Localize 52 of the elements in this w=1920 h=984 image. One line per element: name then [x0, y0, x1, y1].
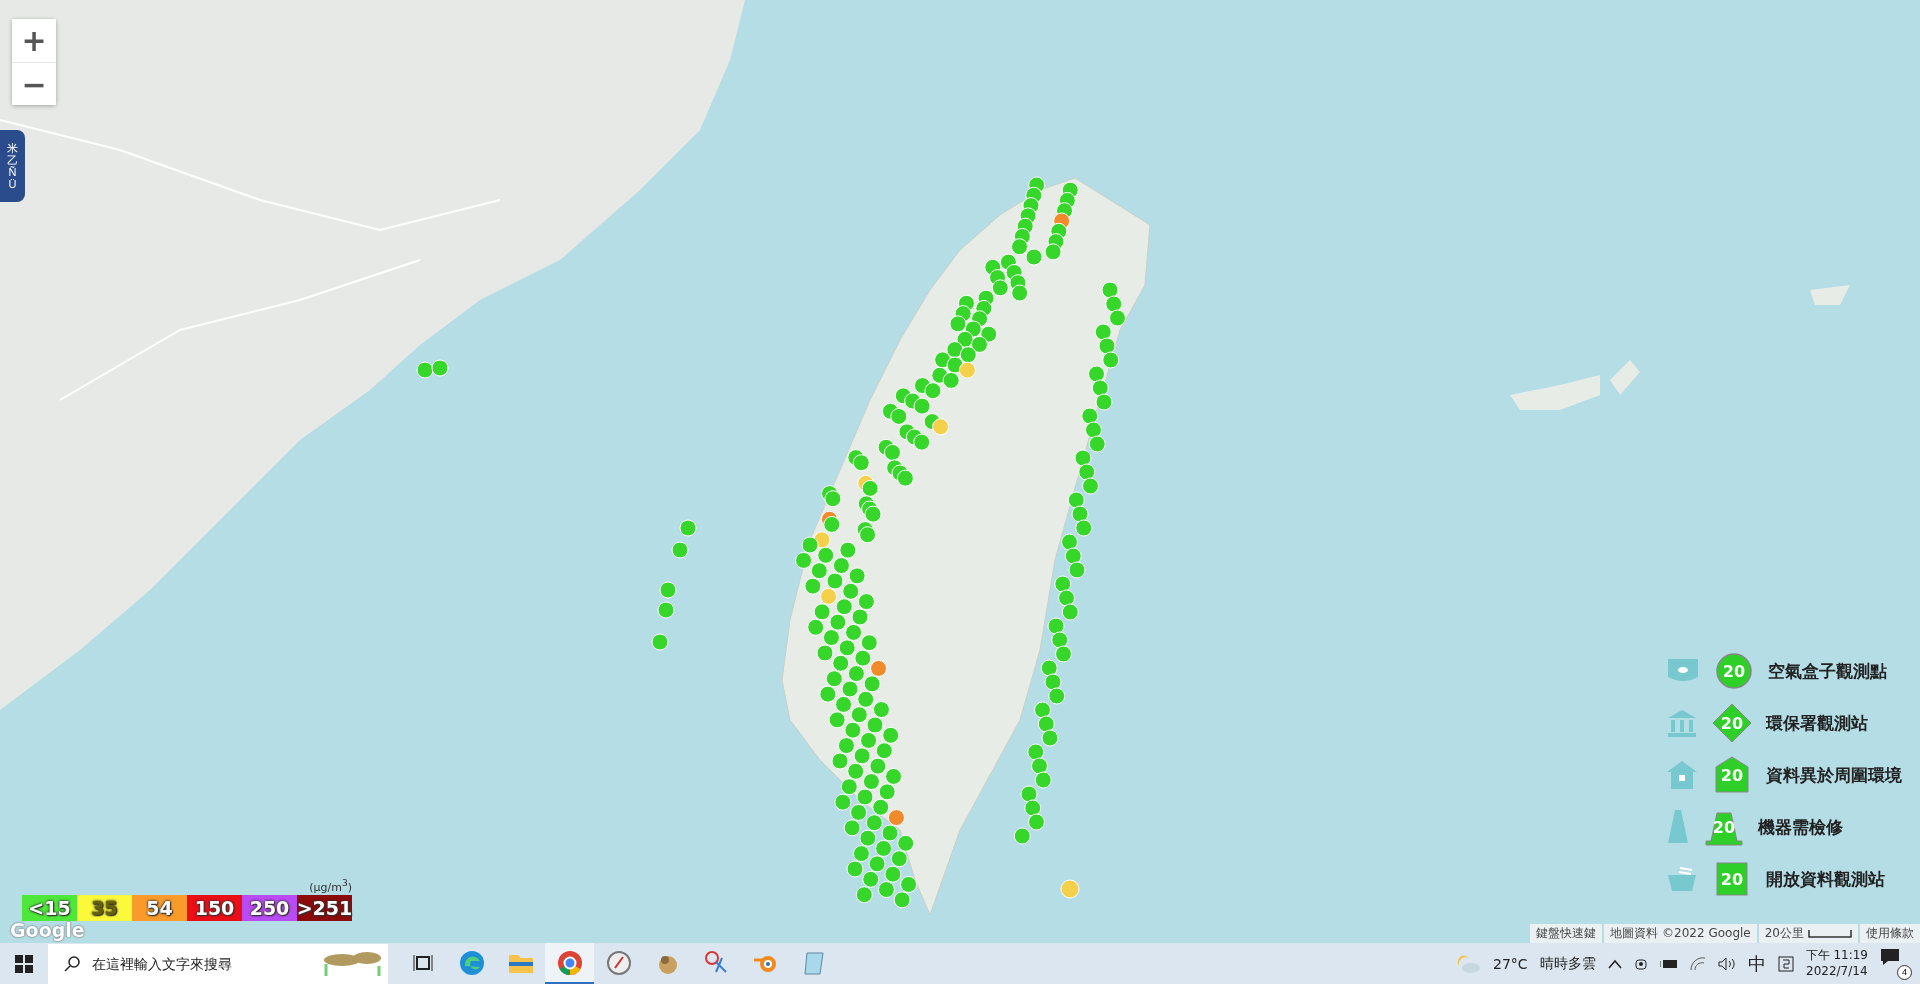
temperature-text: 27°C — [1493, 955, 1528, 972]
legend-label: 空氣盒子觀測點 — [1768, 659, 1887, 683]
building-columns-icon — [1666, 708, 1698, 738]
speaker-icon[interactable] — [1717, 956, 1736, 971]
attribution-link[interactable]: 20公里 — [1758, 924, 1858, 943]
search-input[interactable]: 在這裡輸入文字來搜尋 — [90, 954, 314, 973]
input-method-indicator[interactable]: 中 — [1747, 951, 1766, 976]
clock[interactable]: 下午 11:19 2022/7/14 — [1805, 947, 1868, 980]
traffic-cone-icon — [1666, 809, 1690, 845]
scale-bar-icon — [1808, 929, 1852, 938]
station-marker: 20 — [1712, 755, 1752, 795]
scale-segment: 35 — [77, 895, 132, 921]
browser-icon — [556, 949, 583, 976]
station-marker: 20 — [1712, 703, 1752, 743]
legend-label: 環保署觀測站 — [1766, 711, 1868, 735]
scale-segment: 250 — [242, 895, 297, 921]
zoom-out-button[interactable]: − — [12, 62, 56, 105]
scale-segment: 54 — [132, 895, 187, 921]
attribution-link[interactable]: 鍵盤快速鍵 — [1530, 924, 1603, 943]
scale-segment: <15 — [22, 895, 77, 921]
wifi-icon[interactable] — [1689, 956, 1706, 971]
menu-tab[interactable]: 米乙ÑÜ — [0, 130, 25, 202]
attribution-link[interactable]: 地圖資料 ©2022 Google — [1604, 924, 1757, 943]
ship-icon — [1666, 865, 1698, 893]
weather-icon — [1455, 953, 1481, 974]
notification-button[interactable]: 4 — [1880, 947, 1912, 980]
house-icon — [1666, 760, 1698, 790]
notepad-icon — [802, 949, 827, 976]
legend-label: 開放資料觀測站 — [1766, 867, 1885, 891]
station-markers-drawing[interactable] — [416, 176, 1126, 909]
map-logo: Google — [10, 919, 85, 941]
legend-label: 機器需檢修 — [1758, 815, 1843, 839]
message-icon — [1880, 947, 1900, 966]
station-marker: 20 — [1714, 651, 1754, 691]
date-text: 2022/7/14 — [1806, 963, 1868, 980]
windows-icon — [15, 954, 33, 973]
scale-segment: >251 — [297, 895, 352, 921]
time-text: 下午 11:19 — [1805, 947, 1868, 964]
notification-count: 4 — [1897, 964, 1912, 980]
weather-text: 晴時多雲 — [1539, 954, 1596, 973]
compass-icon — [605, 949, 632, 976]
chevron-up-icon[interactable] — [1607, 958, 1622, 969]
search-bar[interactable]: 在這裡輸入文字來搜尋 — [48, 943, 388, 984]
attribution-link[interactable]: 使用條款 — [1860, 924, 1920, 943]
browser-icon — [458, 949, 485, 976]
scale-segment: 150 — [187, 895, 242, 921]
search-icon — [64, 955, 80, 972]
unit-label: (μg/m$^{3}$) — [309, 877, 352, 894]
zoom-in-button[interactable]: + — [12, 19, 56, 62]
battery-icon[interactable] — [1659, 957, 1678, 970]
legend-label: 資料異於周圍環境 — [1766, 763, 1902, 787]
task-view-icon — [412, 953, 433, 972]
